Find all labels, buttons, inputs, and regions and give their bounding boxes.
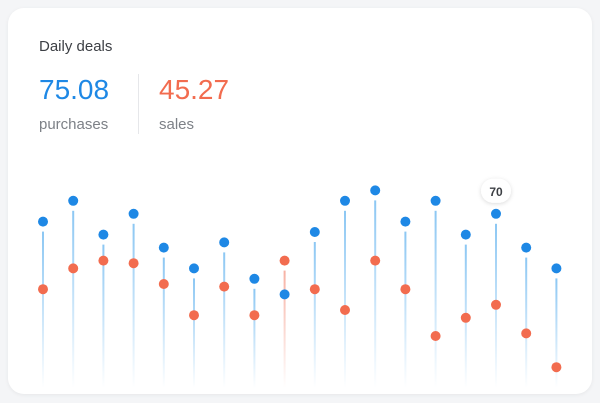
sales-point [158,279,169,289]
sales-point [370,255,381,266]
chart-stem [102,244,105,388]
chart-stem [253,288,256,388]
purchases-point [521,242,532,253]
purchases-point [460,229,471,240]
purchases-point [189,263,199,274]
purchases-point [279,289,290,300]
chart-stems [42,200,558,388]
chart-points [38,185,562,373]
purchases-point [38,216,48,227]
sales-point [400,284,411,295]
sales-point [249,310,260,321]
purchases-point [370,185,381,196]
purchases-point [340,195,350,206]
chart-tooltip: 70 [481,178,511,203]
purchases-point [400,216,411,227]
tooltip-value: 70 [489,185,503,199]
daily-deals-chart: 70 [38,178,562,388]
purchases-point [68,195,79,206]
purchases-point [249,273,260,284]
purchases-point [158,242,169,253]
sales-point [98,255,109,266]
sales-point [491,299,501,310]
sales-point [128,258,139,269]
chart-stem [162,257,165,388]
chart-stem [344,210,346,388]
sales-point [38,284,48,295]
chart-stem [42,231,44,388]
purchases-point [430,195,441,206]
purchases-point [491,208,501,219]
daily-deals-card: Daily deals 75.08 purchases 45.27 sales … [8,8,592,394]
sales-point [189,310,199,321]
sales-point [521,328,532,339]
purchases-point [551,263,562,274]
purchases-point [219,237,230,248]
sales-point [340,305,350,315]
sales-point [460,312,471,323]
chart-stem [283,270,286,388]
chart-stem [193,278,195,388]
chart-stem [313,242,316,388]
chart-stem [374,200,377,388]
chart-stem [72,210,75,388]
sales-point [551,362,562,373]
chart-stem [223,252,226,388]
chart-stem [434,210,437,388]
purchases-point [128,208,139,219]
chart-stem [404,231,407,388]
sales-point [279,255,290,266]
sales-point [219,281,230,292]
sales-point [430,331,441,341]
purchases-point [309,227,320,237]
purchases-point [98,229,109,240]
sales-point [68,263,79,274]
chart-stem [525,257,528,388]
chart-stem [132,223,135,388]
sales-point [309,284,320,295]
